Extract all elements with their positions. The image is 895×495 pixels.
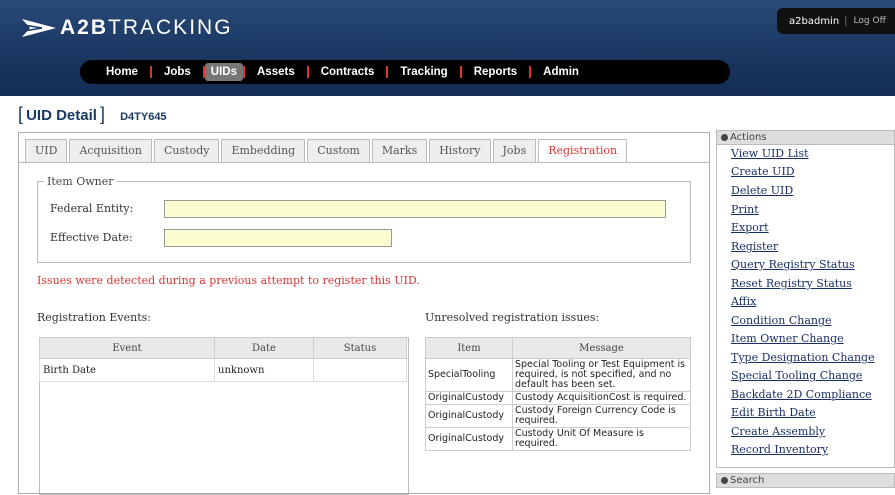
tab-marks[interactable]: Marks: [371, 139, 428, 163]
nav-contracts[interactable]: Contracts: [309, 66, 387, 78]
status-cell: [313, 358, 407, 382]
app-logo[interactable]: A2B TRACKING: [22, 14, 233, 42]
action-backdate-2d-compliance[interactable]: Backdate 2D Compliance: [731, 388, 872, 401]
table-row[interactable]: OriginalCustody Custody Unit Of Measure …: [425, 427, 691, 451]
uid-code: D4TY645: [120, 111, 167, 123]
action-special-tooling-change[interactable]: Special Tooling Change: [731, 369, 862, 382]
registration-events-table: Event Date Status Birth Date unknown: [39, 337, 407, 382]
event-cell: Birth Date: [39, 358, 215, 382]
issue-item-cell: OriginalCustody: [425, 427, 513, 451]
actions-header[interactable]: Actions: [716, 130, 895, 145]
collapse-icon: [721, 476, 728, 484]
federal-entity-input[interactable]: [164, 200, 666, 218]
action-create-assembly[interactable]: Create Assembly: [731, 425, 825, 438]
tab-registration[interactable]: Registration: [538, 139, 628, 163]
logo-text-bold: A2B: [60, 16, 109, 39]
events-col-date[interactable]: Date: [214, 337, 314, 359]
action-query-registry-status[interactable]: Query Registry Status: [731, 258, 855, 271]
actions-title: Actions: [730, 132, 767, 143]
issues-col-item[interactable]: Item: [425, 337, 513, 359]
nav-admin[interactable]: Admin: [531, 66, 591, 78]
search-panel: Search: [716, 473, 895, 488]
nav-reports[interactable]: Reports: [462, 66, 529, 78]
issue-message-cell: Custody Foreign Currency Code is require…: [512, 404, 691, 428]
issues-col-message[interactable]: Message: [512, 337, 691, 359]
date-cell: unknown: [214, 358, 314, 382]
table-row[interactable]: OriginalCustody Custody Foreign Currency…: [425, 404, 691, 428]
nav-jobs[interactable]: Jobs: [152, 66, 203, 78]
main-nav: Home Jobs UIDs Assets Contracts Tracking…: [80, 60, 730, 84]
logout-link[interactable]: Log Off: [854, 16, 886, 26]
item-owner-legend: Item Owner: [47, 175, 114, 188]
issue-message-cell: Custody AcquisitionCost is required.: [512, 391, 691, 405]
action-print[interactable]: Print: [731, 203, 759, 216]
events-col-event[interactable]: Event: [39, 337, 215, 359]
table-row[interactable]: OriginalCustody Custody AcquisitionCost …: [425, 391, 691, 405]
table-row[interactable]: SpecialTooling Special Tooling or Test E…: [425, 358, 691, 392]
action-affix[interactable]: Affix: [731, 295, 756, 308]
action-item-owner-change[interactable]: Item Owner Change: [731, 332, 844, 345]
tab-acquisition[interactable]: Acquisition: [69, 139, 152, 163]
tab-uid[interactable]: UID: [25, 139, 68, 163]
action-condition-change[interactable]: Condition Change: [731, 314, 832, 327]
issue-item-cell: OriginalCustody: [425, 391, 513, 405]
nav-home[interactable]: Home: [94, 66, 150, 78]
page-title-text: UID Detail: [26, 107, 97, 124]
detail-panel: UID Acquisition Custody Embedding Custom…: [18, 132, 710, 495]
actions-list: View UID List Create UID Delete UID Prin…: [716, 145, 895, 468]
logo-text: TRACKING: [108, 16, 233, 39]
tab-history[interactable]: History: [429, 139, 491, 163]
registration-error-message: Issues were detected during a previous a…: [37, 274, 420, 287]
nav-assets[interactable]: Assets: [245, 66, 307, 78]
page-title: [ UID Detail ] D4TY645: [18, 104, 167, 125]
unresolved-issues-table: Item Message SpecialTooling Special Tool…: [425, 337, 691, 451]
table-row[interactable]: Birth Date unknown: [39, 358, 407, 382]
logo-mark-icon: [22, 19, 56, 37]
issue-message-cell: Custody Unit Of Measure is required.: [512, 427, 691, 451]
tab-custom[interactable]: Custom: [307, 139, 370, 163]
federal-entity-label: Federal Entity:: [50, 202, 134, 215]
title-bracket-right: ]: [100, 104, 106, 124]
username: a2badmin: [789, 15, 840, 27]
action-register[interactable]: Register: [731, 240, 778, 253]
action-create-uid[interactable]: Create UID: [731, 165, 795, 178]
issue-item-cell: SpecialTooling: [425, 358, 513, 392]
user-box: a2badmin | Log Off: [777, 8, 895, 34]
tab-divider: [19, 162, 709, 163]
effective-date-label: Effective Date:: [50, 231, 133, 244]
nav-tracking[interactable]: Tracking: [388, 66, 459, 78]
action-edit-birth-date[interactable]: Edit Birth Date: [731, 406, 816, 419]
action-reset-registry-status[interactable]: Reset Registry Status: [731, 277, 852, 290]
user-divider: |: [844, 15, 848, 27]
events-col-status[interactable]: Status: [313, 337, 407, 359]
action-export[interactable]: Export: [731, 221, 769, 234]
title-bracket-left: [: [18, 104, 24, 124]
tab-embedding[interactable]: Embedding: [221, 139, 306, 163]
action-type-designation-change[interactable]: Type Designation Change: [731, 351, 875, 364]
effective-date-input[interactable]: [164, 229, 392, 247]
search-title: Search: [730, 475, 765, 486]
tab-custody[interactable]: Custody: [154, 139, 220, 163]
collapse-icon: [721, 133, 728, 141]
tab-jobs[interactable]: Jobs: [492, 139, 537, 163]
action-record-inventory[interactable]: Record Inventory: [731, 443, 828, 456]
nav-uids[interactable]: UIDs: [204, 63, 243, 81]
action-delete-uid[interactable]: Delete UID: [731, 184, 793, 197]
unresolved-issues-label: Unresolved registration issues:: [425, 311, 600, 324]
issue-item-cell: OriginalCustody: [425, 404, 513, 428]
tab-bar: UID Acquisition Custody Embedding Custom…: [25, 139, 629, 163]
registration-events-label: Registration Events:: [37, 311, 151, 324]
action-view-uid-list[interactable]: View UID List: [731, 147, 809, 160]
app-header: A2B TRACKING a2badmin | Log Off Home Job…: [0, 0, 895, 96]
search-header[interactable]: Search: [716, 473, 895, 488]
issue-message-cell: Special Tooling or Test Equipment is req…: [512, 358, 691, 392]
actions-sidebar: Actions View UID List Create UID Delete …: [716, 130, 895, 468]
item-owner-fieldset: Item Owner Federal Entity: Effective Dat…: [37, 175, 691, 263]
